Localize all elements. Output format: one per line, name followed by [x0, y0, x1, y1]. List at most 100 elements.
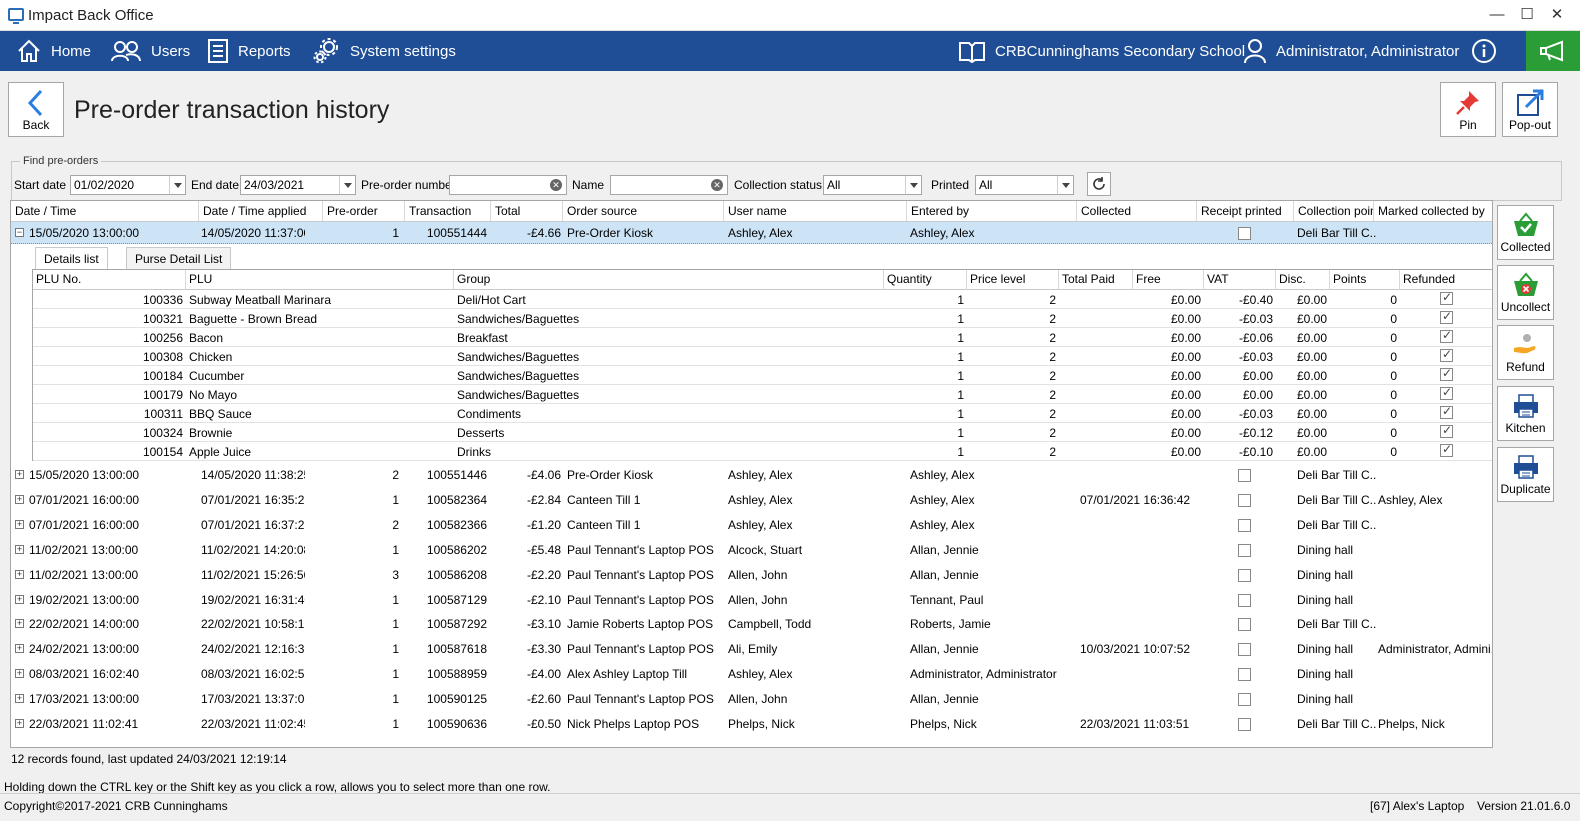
refunded-checkbox[interactable]	[1440, 442, 1453, 457]
expand-icon[interactable]: +	[15, 519, 24, 529]
receipt-printed-checkbox[interactable]	[1238, 668, 1251, 682]
detail-column-header[interactable]: PLU No.	[33, 270, 186, 290]
detail-row[interactable]: 100308 Chicken Sandwiches/Baguettes 1 2 £0.00…	[33, 347, 1492, 366]
detail-row[interactable]: 100324 Brownie Desserts 1 2 £0.00 -£0.12 £0.00 0	[33, 423, 1492, 442]
detail-row[interactable]: 100336 Subway Meatball Marinara Deli/Hot C…	[33, 290, 1492, 309]
receipt-printed-checkbox[interactable]	[1238, 593, 1251, 607]
detail-column-header[interactable]: Quantity	[884, 270, 967, 290]
detail-row[interactable]: 100256 Bacon Breakfast 1 2 £0.00 -£0.06 £0.00 0	[33, 328, 1492, 347]
clear-icon[interactable]: ✕	[550, 179, 562, 191]
end-date-dropdown[interactable]	[339, 176, 355, 194]
expand-icon[interactable]: +	[15, 619, 24, 629]
receipt-printed-checkbox[interactable]	[1238, 469, 1251, 482]
uncollect-button[interactable]: Uncollect	[1497, 265, 1554, 320]
expand-icon[interactable]: +	[15, 719, 24, 728]
nav-user[interactable]: Administrator, Administrator	[1243, 31, 1459, 71]
expand-icon[interactable]: +	[15, 569, 24, 579]
table-row[interactable]: +11/02/2021 13:00:00 11/02/2021 15:26:56 3…	[11, 564, 1492, 586]
info-button[interactable]	[1471, 31, 1506, 71]
tab-details-list[interactable]: Details list	[35, 247, 108, 269]
receipt-printed-checkbox[interactable]	[1238, 568, 1251, 582]
refunded-checkbox[interactable]	[1440, 309, 1453, 324]
column-header[interactable]: Date / Time applied	[199, 201, 323, 222]
start-date-input[interactable]: 01/02/2020	[70, 175, 186, 195]
printed-select[interactable]: All	[975, 175, 1074, 195]
expand-icon[interactable]: +	[15, 694, 24, 704]
clear-icon[interactable]: ✕	[711, 179, 723, 191]
detail-row[interactable]: 100184 Cucumber Sandwiches/Baguettes 1 2 £0.0…	[33, 366, 1492, 385]
receipt-printed-checkbox[interactable]	[1238, 643, 1251, 657]
detail-column-header[interactable]: Points	[1330, 270, 1400, 290]
table-row[interactable]: +22/03/2021 11:02:41 22/03/2021 11:02:45 1…	[11, 713, 1492, 735]
pop-out-button[interactable]: Pop-out	[1502, 82, 1558, 137]
pre-order-number-input[interactable]: ✕	[449, 175, 567, 195]
detail-column-header[interactable]: Free	[1133, 270, 1204, 290]
detail-row[interactable]: 100154 Apple Juice Drinks 1 2 £0.00 -£0.10 £0.0…	[33, 442, 1492, 461]
table-row[interactable]: +24/02/2021 13:00:00 24/02/2021 12:16:32 1…	[11, 638, 1492, 660]
detail-row[interactable]: 100311 BBQ Sauce Condiments 1 2 £0.00 -£0.03 £0…	[33, 404, 1492, 423]
refund-button[interactable]: Refund	[1497, 325, 1554, 380]
table-row[interactable]: +11/02/2021 13:00:00 11/02/2021 14:20:08 1…	[11, 539, 1492, 561]
receipt-printed-checkbox[interactable]	[1238, 618, 1251, 632]
detail-column-header[interactable]: Group	[454, 270, 884, 290]
nav-system-settings[interactable]: System settings	[313, 31, 456, 71]
name-input[interactable]: ✕	[610, 175, 728, 195]
receipt-printed-checkbox[interactable]	[1238, 518, 1251, 532]
expand-icon[interactable]: +	[15, 470, 24, 479]
expand-icon[interactable]: +	[15, 669, 24, 679]
refunded-checkbox[interactable]	[1440, 404, 1453, 419]
nav-home[interactable]: Home	[16, 31, 91, 71]
table-row[interactable]: +19/02/2021 13:00:00 19/02/2021 16:31:40 1…	[11, 589, 1492, 611]
back-button[interactable]: Back	[8, 82, 64, 137]
table-row[interactable]: +07/01/2021 16:00:00 07/01/2021 16:35:21 1…	[11, 489, 1492, 511]
expand-icon[interactable]: +	[15, 594, 24, 604]
refresh-button[interactable]	[1087, 172, 1111, 196]
receipt-printed-checkbox[interactable]	[1238, 227, 1251, 240]
expand-icon[interactable]: +	[15, 644, 24, 654]
table-row[interactable]: +17/03/2021 13:00:00 17/03/2021 13:37:08 1…	[11, 688, 1492, 710]
column-header[interactable]: Collected	[1077, 201, 1197, 222]
column-header[interactable]: Order source	[563, 201, 724, 222]
receipt-printed-checkbox[interactable]	[1238, 718, 1251, 731]
refunded-checkbox[interactable]	[1440, 328, 1453, 343]
nav-school[interactable]: CRBCunninghams Secondary School	[958, 31, 1245, 71]
tab-purse-detail-list[interactable]: Purse Detail List	[126, 247, 232, 269]
table-row[interactable]: +08/03/2021 16:02:40 08/03/2021 16:02:59 1…	[11, 663, 1492, 685]
detail-column-header[interactable]: Price level	[967, 270, 1059, 290]
expand-icon[interactable]: +	[15, 544, 24, 554]
table-row[interactable]: +22/02/2021 14:00:00 22/02/2021 10:58:15 1…	[11, 613, 1492, 635]
receipt-printed-checkbox[interactable]	[1238, 493, 1251, 507]
column-header[interactable]: Entered by	[907, 201, 1077, 222]
detail-column-header[interactable]: VAT	[1204, 270, 1276, 290]
start-date-dropdown[interactable]	[169, 176, 185, 194]
collected-button[interactable]: Collected	[1497, 205, 1554, 260]
close-button[interactable]: ✕	[1542, 4, 1572, 26]
table-row[interactable]: +15/05/2020 13:00:00 14/05/2020 11:38:25 2…	[11, 464, 1492, 486]
column-header[interactable]: Collection point	[1294, 201, 1374, 222]
pin-button[interactable]: Pin	[1440, 82, 1496, 137]
detail-column-header[interactable]: Refunded	[1400, 270, 1492, 290]
receipt-printed-checkbox[interactable]	[1238, 693, 1251, 707]
nav-users[interactable]: Users	[110, 31, 190, 71]
printed-dropdown[interactable]	[1057, 176, 1073, 194]
refunded-checkbox[interactable]	[1440, 290, 1453, 305]
announcement-button[interactable]	[1526, 31, 1580, 71]
detail-grid[interactable]: PLU No. PLU Group Quantity Price level Total …	[32, 269, 1492, 461]
collection-status-dropdown[interactable]	[905, 176, 921, 194]
column-header[interactable]: Receipt printed	[1197, 201, 1294, 222]
detail-column-header[interactable]: Disc.	[1276, 270, 1330, 290]
detail-row[interactable]: 100321 Baguette - Brown Bread Sandwiches/B…	[33, 309, 1492, 328]
refunded-checkbox[interactable]	[1440, 366, 1453, 381]
column-header[interactable]: User name	[724, 201, 907, 222]
table-row[interactable]: −15/05/2020 13:00:00 14/05/2020 11:37:00 1…	[11, 222, 1492, 244]
detail-column-header[interactable]: Total Paid	[1059, 270, 1133, 290]
collapse-icon[interactable]: −	[15, 228, 24, 237]
detail-column-header[interactable]: PLU	[186, 270, 454, 290]
table-row[interactable]: +07/01/2021 16:00:00 07/01/2021 16:37:29 2…	[11, 514, 1492, 536]
refunded-checkbox[interactable]	[1440, 423, 1453, 438]
refunded-checkbox[interactable]	[1440, 385, 1453, 400]
end-date-input[interactable]: 24/03/2021	[240, 175, 356, 195]
receipt-printed-checkbox[interactable]	[1238, 543, 1251, 557]
column-header[interactable]: Total	[491, 201, 563, 222]
column-header[interactable]: Date / Time	[11, 201, 199, 222]
